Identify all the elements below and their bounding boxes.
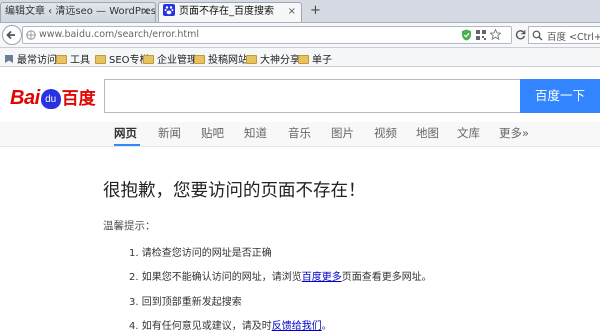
baidu-paw-icon (163, 4, 175, 16)
new-tab-button[interactable]: + (310, 3, 321, 18)
shield-icon[interactable] (461, 29, 472, 41)
tab-wordpress-edit[interactable]: 编辑文章 ‹ 清远seo — WordPress × (0, 2, 156, 22)
nav-tab-web[interactable]: 网页 (114, 125, 137, 141)
address-bar[interactable]: www.baidu.com/search/error.html (22, 26, 512, 44)
close-icon[interactable]: × (142, 3, 150, 21)
error-title: 很抱歉，您要访问的页面不存在！ (103, 181, 366, 201)
nav-tab-images[interactable]: 图片 (331, 125, 354, 141)
nav-tab-more[interactable]: 更多» (499, 125, 529, 141)
back-arrow-icon (6, 30, 15, 40)
nav-tab-news[interactable]: 新闻 (158, 125, 181, 141)
folder-icon (246, 55, 257, 64)
bookmark-folder-business[interactable]: 企业管理 (143, 51, 197, 66)
folder-icon (298, 55, 309, 64)
nav-tab-music[interactable]: 音乐 (288, 125, 311, 141)
feedback-link[interactable]: 反馈给我们 (272, 321, 322, 332)
browser-search-box[interactable]: 百度 <Ctrl+K> (528, 26, 600, 44)
search-icon (532, 30, 543, 41)
selected-tab-indicator (114, 144, 140, 146)
browser-tab-strip: 编辑文章 ‹ 清远seo — WordPress × 页面不存在_百度搜索 × … (0, 0, 600, 23)
folder-icon (95, 55, 106, 64)
reload-icon[interactable] (515, 29, 526, 40)
bookmark-folder-orders[interactable]: 单子 (298, 51, 332, 66)
star-icon[interactable] (490, 29, 501, 40)
baidu-search-button[interactable]: 百度一下 (520, 79, 600, 113)
folder-icon (143, 55, 154, 64)
baidu-search-input[interactable] (104, 79, 520, 113)
tip-item-3: 3. 回到顶部重新发起搜索 (129, 297, 242, 308)
search-placeholder: 百度 <Ctrl+K> (547, 32, 600, 43)
nav-tab-tieba[interactable]: 贴吧 (201, 125, 224, 141)
folder-icon (56, 55, 67, 64)
nav-tab-zhidao[interactable]: 知道 (244, 125, 267, 141)
folder-icon (194, 55, 205, 64)
tab-label: 编辑文章 ‹ 清远seo — WordPress (5, 6, 156, 17)
baidu-paw-icon: du (40, 89, 61, 109)
tips-label: 温馨提示： (103, 220, 156, 232)
navigation-bar: www.baidu.com/search/error.html 百度 <Ctrl… (0, 23, 600, 48)
baidu-more-link[interactable]: 百度更多 (302, 272, 342, 283)
bookmark-most-visited[interactable]: 最常访问 (4, 51, 57, 66)
nav-tab-map[interactable]: 地图 (416, 125, 439, 141)
close-icon[interactable]: × (288, 3, 296, 21)
baidu-nav-tabs: 网页 新闻 贴吧 知道 音乐 图片 视频 地图 文库 更多» (0, 122, 600, 147)
globe-icon (26, 30, 36, 40)
bookmarks-bar: 最常访问 工具 SEO专栏 企业管理 投稿网站 大神分享 单子 (0, 48, 600, 67)
url-text: www.baidu.com/search/error.html (39, 29, 200, 40)
bookmark-folder-seo[interactable]: SEO专栏 (95, 51, 150, 66)
back-button[interactable] (2, 25, 22, 45)
baidu-logo[interactable]: Bai du 百度 (10, 84, 96, 109)
tip-item-4: 4. 如有任何意见或建议，请及时反馈给我们。 (129, 321, 332, 332)
nav-tab-video[interactable]: 视频 (374, 125, 397, 141)
bookmark-folder-tools[interactable]: 工具 (56, 51, 90, 66)
bookmark-star-icon (5, 55, 13, 63)
tip-item-2: 2. 如果您不能确认访问的网址，请浏览百度更多页面查看更多网址。 (129, 272, 432, 283)
tip-item-1: 1. 请检查您访问的网址是否正确 (129, 248, 272, 259)
baidu-header: Bai du 百度 百度一下 (0, 67, 600, 122)
nav-tab-wenku[interactable]: 文库 (457, 125, 480, 141)
tab-baidu-error[interactable]: 页面不存在_百度搜索 × (158, 2, 302, 22)
bookmark-folder-submit[interactable]: 投稿网站 (194, 51, 248, 66)
tab-label: 页面不存在_百度搜索 (179, 6, 274, 17)
bookmark-folder-share[interactable]: 大神分享 (246, 51, 300, 66)
qr-code-icon[interactable] (476, 30, 486, 40)
